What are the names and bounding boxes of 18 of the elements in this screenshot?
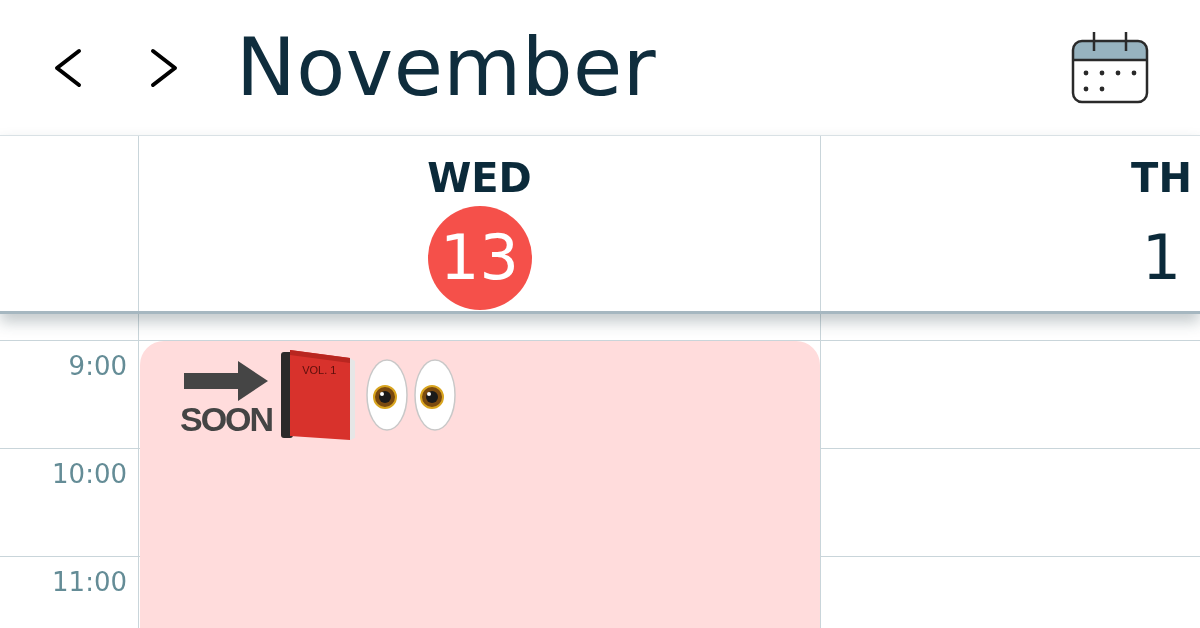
chevron-right-icon: [150, 47, 178, 88]
time-label: 10:00: [52, 461, 127, 487]
weekday-label: WED: [427, 158, 532, 198]
soon-label: SOON: [180, 402, 273, 436]
volume-label: VOL. 1: [302, 365, 337, 376]
date-number: 1: [1141, 220, 1182, 296]
right-arrow-icon: [184, 361, 269, 401]
calendar-icon: [1071, 31, 1149, 104]
book-icon: [280, 349, 357, 441]
calendar-button[interactable]: [1070, 30, 1150, 105]
date-badge: 13: [427, 206, 532, 310]
month-title: November: [236, 27, 657, 108]
chevron-left-icon: [54, 47, 82, 88]
time-label: 9:00: [68, 353, 127, 379]
event-card[interactable]: SOON VOL. 1: [140, 341, 820, 628]
time-label: 11:00: [52, 569, 127, 595]
weekday-label: TH: [1131, 158, 1192, 198]
eyes-icon: [366, 359, 459, 431]
